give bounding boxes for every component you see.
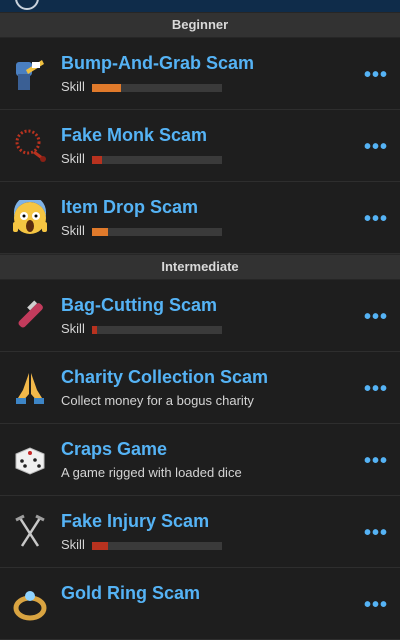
dice-icon	[15, 447, 45, 475]
item-title: Gold Ring Scam	[61, 583, 201, 603]
item-title: Fake Injury Scam	[61, 511, 210, 531]
more-button[interactable]: •••	[364, 522, 388, 545]
list-item[interactable]: Gold Ring Scam •••	[0, 568, 400, 640]
skill-bar	[92, 156, 222, 164]
list-item[interactable]: Item Drop Scam Skill •••	[0, 182, 400, 254]
item-title: Item Drop Scam	[61, 197, 199, 217]
list-item[interactable]: Bump-And-Grab Scam Skill •••	[0, 38, 400, 110]
crutches-icon	[15, 514, 45, 547]
top-bar	[0, 0, 400, 12]
thief-icon	[16, 60, 44, 90]
more-button[interactable]: •••	[364, 208, 388, 231]
more-button[interactable]: •••	[364, 450, 388, 473]
item-title: Craps Game	[61, 439, 168, 459]
item-title: Bump-And-Grab Scam	[61, 53, 255, 73]
item-subtitle: Collect money for a bogus charity	[61, 393, 254, 408]
more-button[interactable]: •••	[364, 136, 388, 159]
skill-bar-fill	[92, 84, 121, 92]
item-subtitle: Skill	[61, 537, 85, 552]
more-button[interactable]: •••	[364, 594, 388, 617]
item-subtitle: Skill	[61, 321, 85, 336]
skill-bar	[92, 326, 222, 334]
more-button[interactable]: •••	[364, 378, 388, 401]
item-title: Fake Monk Scam	[61, 125, 208, 145]
item-subtitle: Skill	[61, 151, 85, 166]
list-item[interactable]: Fake Injury Scam Skill •••	[0, 496, 400, 568]
more-button[interactable]: •••	[364, 64, 388, 87]
avatar[interactable]	[15, 0, 39, 10]
item-title: Charity Collection Scam	[61, 367, 269, 387]
skill-bar-fill	[92, 156, 103, 164]
skill-bar	[92, 84, 222, 92]
item-subtitle: Skill	[61, 79, 85, 94]
skill-bar-fill	[92, 326, 98, 334]
list-item[interactable]: Charity Collection Scam Collect money fo…	[0, 352, 400, 424]
section-header-beginner: Beginner	[0, 12, 400, 38]
list-item[interactable]: Craps Game A game rigged with loaded dic…	[0, 424, 400, 496]
praying-hands-icon	[16, 373, 44, 404]
item-title: Bag-Cutting Scam	[61, 295, 218, 315]
skill-bar	[92, 542, 222, 550]
scream-face-icon	[13, 200, 47, 234]
prayer-beads-icon	[15, 129, 46, 162]
skill-bar-fill	[92, 542, 108, 550]
section-header-intermediate: Intermediate	[0, 254, 400, 280]
item-subtitle: Skill	[61, 223, 85, 238]
box-cutter-icon	[18, 300, 43, 328]
more-button[interactable]: •••	[364, 306, 388, 329]
list-item[interactable]: Fake Monk Scam Skill •••	[0, 110, 400, 182]
item-subtitle: A game rigged with loaded dice	[61, 465, 242, 480]
skill-bar	[92, 228, 222, 236]
skill-bar-fill	[92, 228, 108, 236]
gold-ring-icon	[13, 591, 47, 621]
list-item[interactable]: Bag-Cutting Scam Skill •••	[0, 280, 400, 352]
